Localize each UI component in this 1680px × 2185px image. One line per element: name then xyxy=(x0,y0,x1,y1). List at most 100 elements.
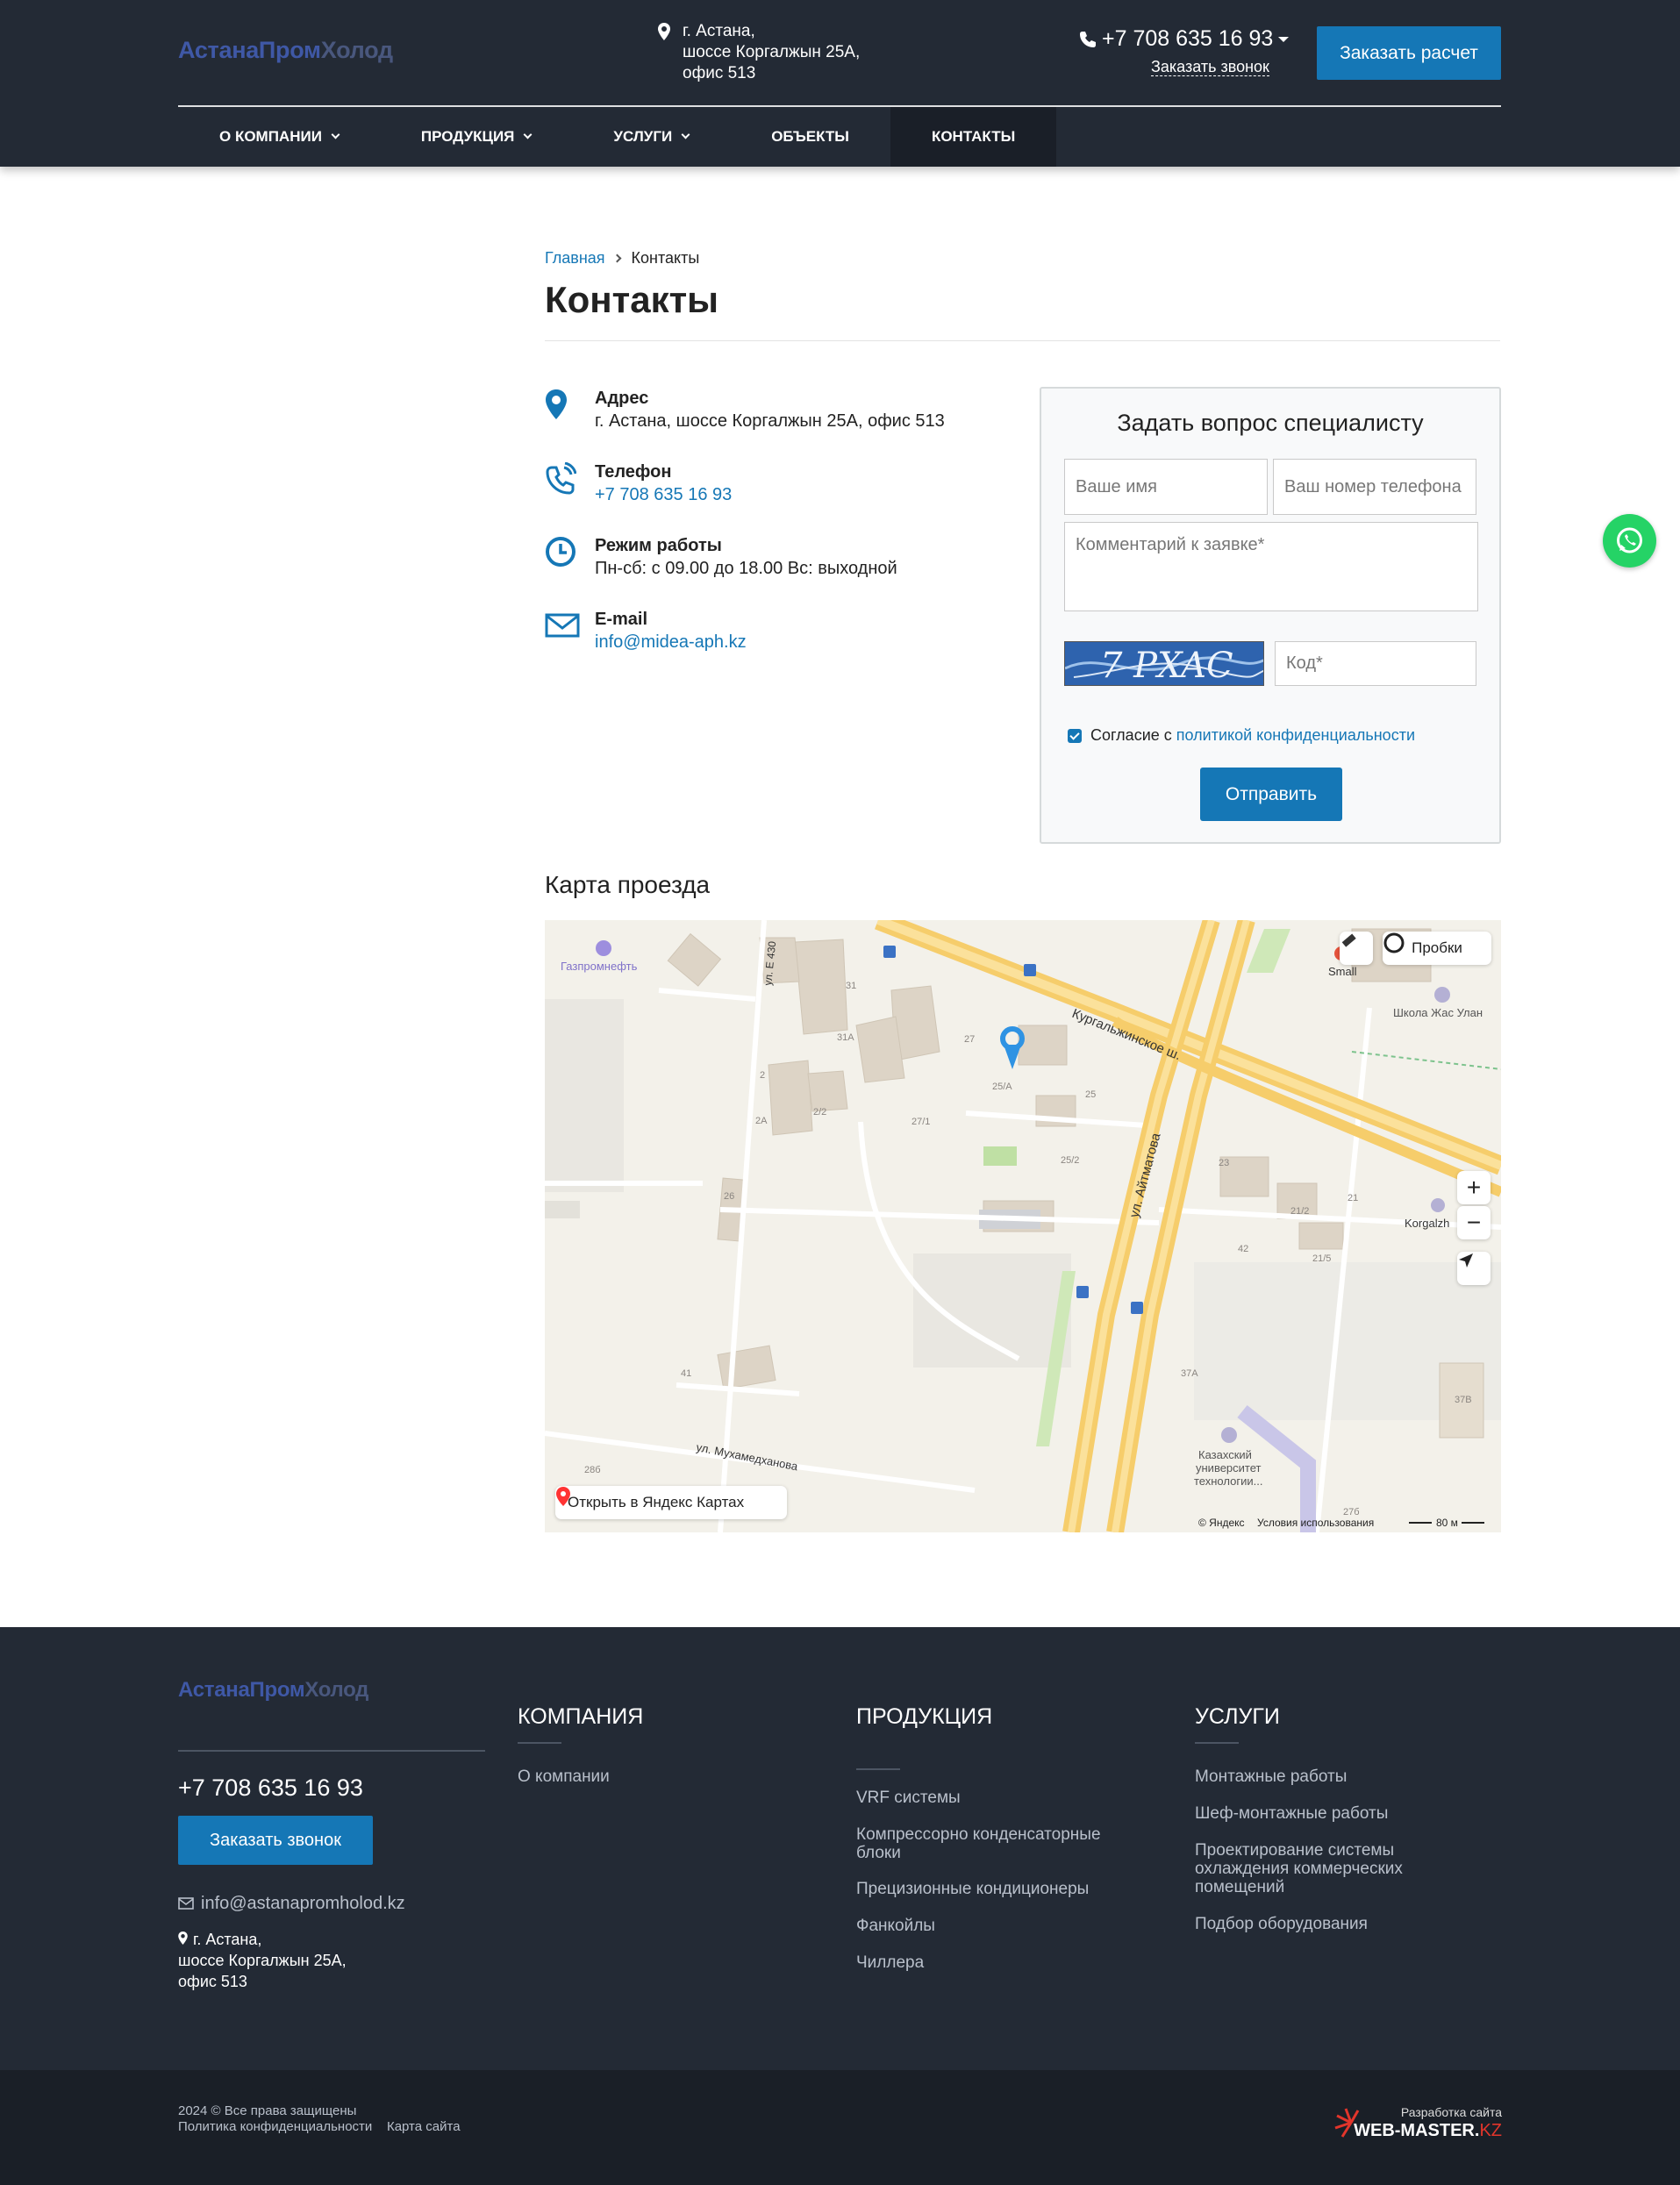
geolocation-icon[interactable] xyxy=(1457,1252,1491,1285)
svg-text:университет: университет xyxy=(1196,1461,1262,1475)
footer-link[interactable]: Подбор оборудования xyxy=(1195,1915,1458,1933)
zoom-in-button[interactable]: + xyxy=(1457,1171,1491,1204)
footer-phone[interactable]: +7 708 635 16 93 xyxy=(178,1774,363,1802)
nav-item-contacts[interactable]: Контакты xyxy=(890,107,1057,167)
bus-stop-icon[interactable] xyxy=(1024,964,1036,976)
breadcrumb-current: Контакты xyxy=(631,249,700,267)
order-calculation-button[interactable]: Заказать расчет xyxy=(1317,26,1501,80)
yandex-map[interactable]: Кургальжинское ш. ул. Айтматова ул. Муха… xyxy=(545,920,1501,1532)
chevron-down-icon xyxy=(681,130,690,139)
footer-column-title: Продукция xyxy=(856,1704,993,1729)
open-in-yandex-maps-button[interactable]: Открыть в Яндекс Картах xyxy=(555,1486,787,1519)
footer-link[interactable]: О компании xyxy=(518,1767,807,1786)
map-copyright[interactable]: © Яндекс xyxy=(1198,1517,1245,1529)
footer-link[interactable]: Фанкойлы xyxy=(856,1917,1146,1935)
school-icon[interactable] xyxy=(1434,987,1450,1003)
captcha-image: 7 PXAC xyxy=(1064,641,1264,686)
form-title: Задать вопрос специалисту xyxy=(1117,410,1424,436)
map-pin-icon xyxy=(546,389,567,419)
footer-link[interactable]: Монтажные работы xyxy=(1195,1767,1458,1786)
svg-text:28б: 28б xyxy=(584,1465,601,1475)
traffic-button[interactable]: Пробки xyxy=(1383,932,1491,965)
svg-text:Школа Жас Улан: Школа Жас Улан xyxy=(1393,1006,1483,1019)
consent-checkbox[interactable] xyxy=(1068,728,1082,743)
contact-email-link[interactable]: info@midea-aph.kz xyxy=(595,632,747,653)
footer-link[interactable]: VRF системы xyxy=(856,1789,1146,1807)
question-form: Задать вопрос специалисту Ваше имя Ваш н… xyxy=(1040,387,1501,844)
captcha-code-input[interactable]: Код* xyxy=(1275,641,1476,686)
svg-text:25/2: 25/2 xyxy=(1061,1155,1079,1166)
clock-icon xyxy=(546,537,575,567)
nav-item-objects[interactable]: Объекты xyxy=(730,107,890,167)
comment-textarea[interactable]: Комментарий к заявке* xyxy=(1064,522,1478,611)
footer-link[interactable]: Прецизионные кондиционеры xyxy=(856,1880,1146,1898)
svg-text:25/А: 25/А xyxy=(992,1082,1012,1092)
whatsapp-icon xyxy=(1617,527,1642,553)
title-divider xyxy=(545,340,1500,341)
svg-text:31: 31 xyxy=(846,981,856,991)
site-header: АстанаПромХолод г. Астана, шоссе Коргалж… xyxy=(0,0,1680,167)
developer-logo[interactable]: Разработка сайта WEB-MASTER.KZ xyxy=(1333,2098,1502,2153)
copyright: 2024 © Все права защищены xyxy=(178,2103,357,2118)
traffic-icon xyxy=(1383,932,1405,953)
svg-text:26: 26 xyxy=(724,1191,734,1202)
svg-text:37В: 37В xyxy=(1455,1395,1472,1405)
footer-callback-button[interactable]: Заказать звонок xyxy=(178,1816,373,1865)
svg-text:23: 23 xyxy=(1219,1158,1229,1168)
zoom-out-button[interactable]: − xyxy=(1457,1206,1491,1239)
header-phone[interactable]: +7 708 635 16 93 xyxy=(1079,26,1290,52)
site-logo[interactable]: АстанаПромХолод xyxy=(178,37,393,64)
svg-text:2: 2 xyxy=(760,1070,765,1081)
footer-link[interactable]: Шеф-монтажные работы xyxy=(1195,1804,1458,1823)
svg-text:27: 27 xyxy=(964,1034,975,1045)
svg-text:21/5: 21/5 xyxy=(1312,1253,1331,1264)
svg-text:37А: 37А xyxy=(1181,1368,1198,1379)
poi-icon[interactable] xyxy=(1431,1198,1445,1212)
footer-email[interactable]: info@astanapromholod.kz xyxy=(178,1894,405,1914)
svg-text:Korgalzh: Korgalzh xyxy=(1405,1217,1449,1230)
privacy-link[interactable]: Политика конфиденциальности xyxy=(178,2119,372,2134)
site-footer: АстанаПромХолод +7 708 635 16 93 Заказат… xyxy=(0,1627,1680,2070)
header-callback-link[interactable]: Заказать звонок xyxy=(1151,58,1269,76)
footer-column-title: Услуги xyxy=(1195,1704,1280,1729)
footer-link[interactable]: Проектирование системы охлаждения коммер… xyxy=(1195,1841,1449,1896)
footer-link[interactable]: Чиллера xyxy=(856,1953,1146,1972)
bus-stop-icon[interactable] xyxy=(1076,1286,1089,1298)
svg-text:Газпромнефть: Газпромнефть xyxy=(561,960,638,973)
university-icon[interactable] xyxy=(1221,1427,1237,1443)
footer-column-title: Компания xyxy=(518,1704,644,1729)
breadcrumb: Главная Контакты xyxy=(545,249,699,268)
footer-column-services: Услуги Монтажные работы Шеф-монтажные ра… xyxy=(1195,1704,1403,1933)
footer-column-company: Компания О компании xyxy=(518,1704,644,1786)
footer-logo[interactable]: АстанаПромХолод xyxy=(178,1678,368,1703)
nav-item-products[interactable]: Продукция xyxy=(380,107,572,167)
nav-item-about[interactable]: О компании xyxy=(178,107,380,167)
page-title: Контакты xyxy=(545,279,719,320)
chevron-down-icon[interactable] xyxy=(1278,37,1290,42)
map-terms-link[interactable]: Условия использования xyxy=(1257,1517,1374,1529)
phone-input[interactable]: Ваш номер телефона xyxy=(1273,459,1476,515)
map-canvas[interactable]: Кургальжинское ш. ул. Айтматова ул. Муха… xyxy=(545,920,1501,1532)
bus-stop-icon[interactable] xyxy=(883,946,896,958)
privacy-policy-link[interactable]: политикой конфиденциальности xyxy=(1176,726,1415,745)
bus-stop-icon[interactable] xyxy=(1131,1302,1143,1314)
phone-icon xyxy=(1080,32,1096,47)
contact-phone-link[interactable]: +7 708 635 16 93 xyxy=(595,485,732,505)
nav-item-services[interactable]: Услуги xyxy=(572,107,730,167)
map-pin-icon xyxy=(556,1487,570,1506)
sitemap-link[interactable]: Карта сайта xyxy=(387,2119,461,2134)
map-scale-bar xyxy=(1409,1522,1432,1524)
chevron-right-icon xyxy=(612,253,621,263)
submit-button[interactable]: Отправить xyxy=(1200,768,1342,821)
chevron-down-icon xyxy=(523,130,533,139)
gas-station-icon[interactable] xyxy=(596,940,611,956)
breadcrumb-home-link[interactable]: Главная xyxy=(545,249,605,267)
map-pin-icon xyxy=(178,1932,188,1945)
whatsapp-button[interactable] xyxy=(1603,514,1656,568)
ruler-icon[interactable] xyxy=(1340,932,1373,965)
footer-divider xyxy=(178,1750,485,1752)
name-input[interactable]: Ваше имя xyxy=(1064,459,1268,515)
footer-link[interactable]: Компрессорно конденсаторные блоки xyxy=(856,1825,1146,1862)
footer-address: г. Астана, шоссе Коргалжын 25А, офис 513 xyxy=(178,1931,347,1990)
phone-icon xyxy=(546,462,576,495)
